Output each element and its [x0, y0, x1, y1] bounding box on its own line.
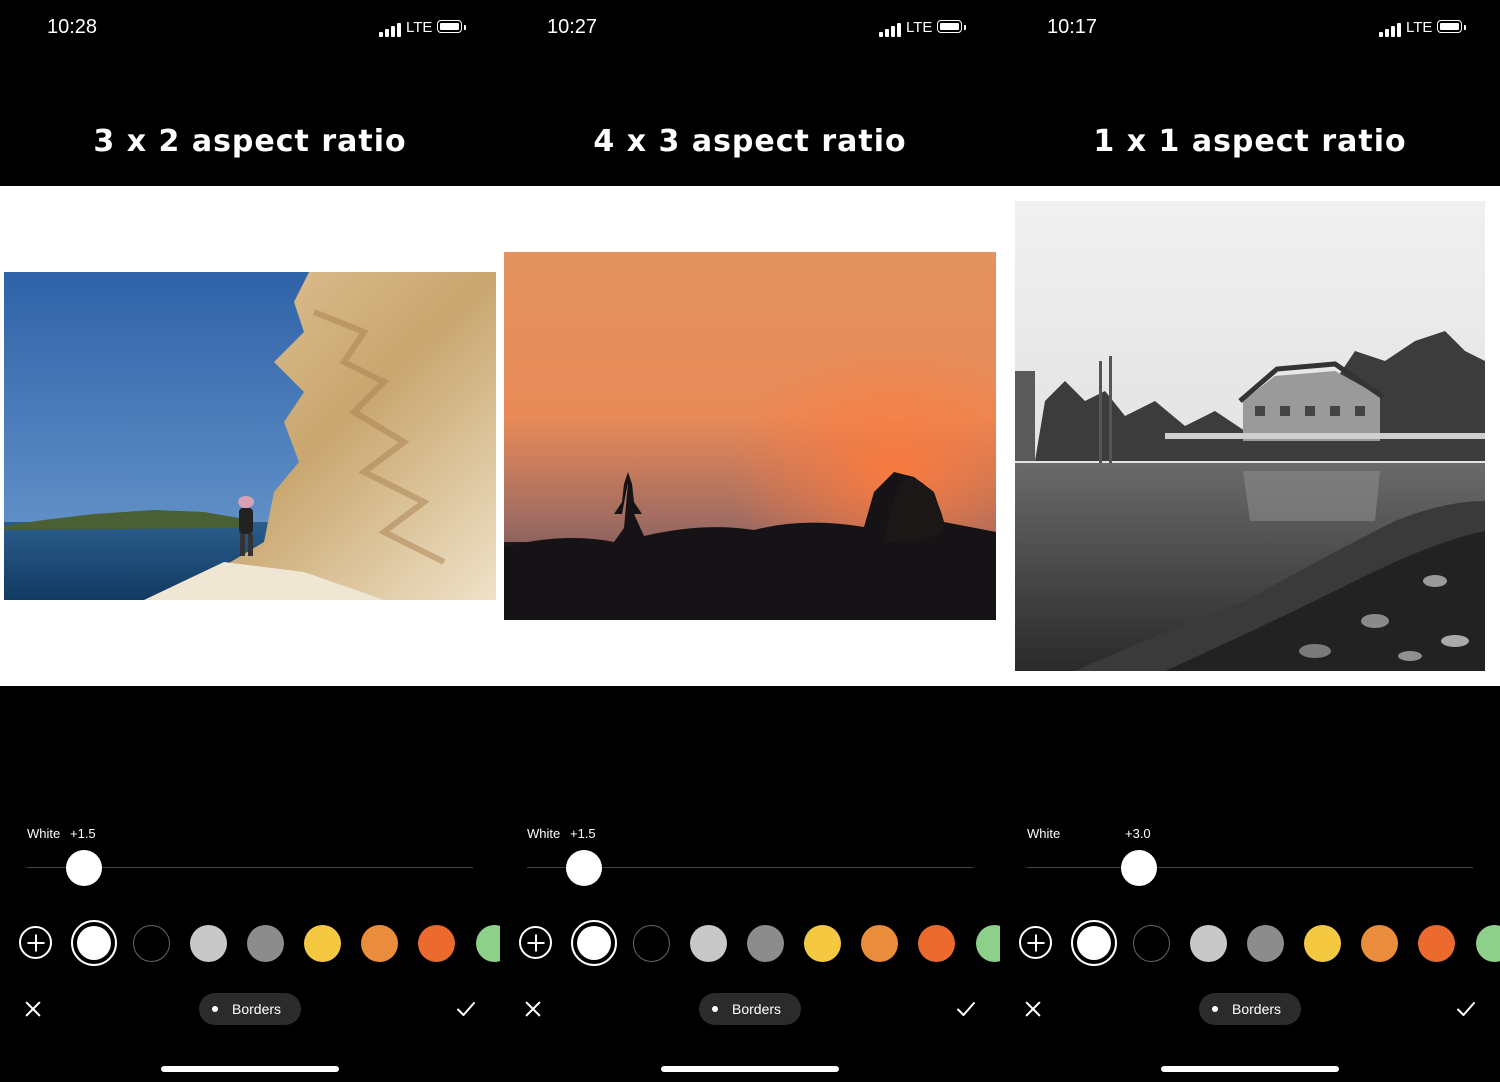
borders-tool-button[interactable]: Borders	[199, 993, 301, 1025]
add-color-button[interactable]	[19, 926, 52, 959]
borders-tool-button[interactable]: Borders	[699, 993, 801, 1025]
home-indicator[interactable]	[161, 1066, 339, 1072]
editor-panel-3: 10:17 LTE 1 x 1 aspect ratio White +3.0 …	[1000, 0, 1500, 1082]
border-canvas	[0, 186, 500, 686]
close-icon[interactable]	[524, 1000, 542, 1018]
bottom-toolbar: Borders	[1000, 992, 1500, 1026]
battery-tip	[464, 25, 466, 30]
home-indicator[interactable]	[1161, 1066, 1339, 1072]
close-icon[interactable]	[24, 1000, 42, 1018]
photo-coastal-cliff	[4, 272, 496, 600]
slider-label: White	[527, 826, 561, 841]
close-icon[interactable]	[1024, 1000, 1042, 1018]
swatch-light-gray[interactable]	[1190, 925, 1227, 962]
slider-thumb[interactable]	[565, 850, 602, 886]
swatch-green[interactable]	[976, 925, 1000, 962]
tool-label: Borders	[1232, 1001, 1282, 1017]
cellular-signal-icon	[1379, 23, 1403, 37]
swatch-red-orange[interactable]	[1418, 925, 1455, 962]
add-color-button[interactable]	[519, 926, 552, 959]
swatch-orange[interactable]	[861, 925, 898, 962]
slider-label: White	[27, 826, 61, 841]
slider-label: White	[1027, 826, 1061, 841]
status-bar: 10:27 LTE	[500, 14, 1000, 44]
swatch-red-orange[interactable]	[918, 925, 955, 962]
panel-title: 1 x 1 aspect ratio	[1093, 124, 1407, 159]
swatch-yellow[interactable]	[804, 925, 841, 962]
editor-panel-2: 10:27 LTE 4 x 3 aspect ratio White +1.5 …	[500, 0, 1000, 1082]
swatch-orange[interactable]	[1361, 925, 1398, 962]
active-dot-icon	[712, 1006, 718, 1012]
swatch-green[interactable]	[1476, 925, 1500, 962]
color-swatch-row	[1000, 920, 1500, 966]
photo-harbor-boathouse	[1015, 201, 1485, 671]
status-time: 10:17	[1047, 16, 1098, 38]
color-swatch-row	[500, 920, 1000, 966]
status-bar: 10:17 LTE	[1000, 14, 1500, 44]
border-canvas	[1000, 186, 1500, 686]
swatch-orange[interactable]	[361, 925, 398, 962]
swatch-black[interactable]	[633, 925, 670, 962]
checkmark-icon[interactable]	[456, 1000, 476, 1018]
active-dot-icon	[1212, 1006, 1218, 1012]
photo-sunset-temple	[504, 252, 996, 620]
add-color-button[interactable]	[1019, 926, 1052, 959]
bottom-toolbar: Borders	[500, 992, 1000, 1026]
swatch-light-gray[interactable]	[690, 925, 727, 962]
swatch-red-orange[interactable]	[418, 925, 455, 962]
swatch-white-selected[interactable]	[71, 920, 117, 966]
panel-title: 3 x 2 aspect ratio	[93, 124, 407, 159]
battery-tip	[1464, 25, 1466, 30]
status-bar: 10:28 LTE	[0, 14, 500, 44]
slider-value: +1.5	[70, 826, 96, 841]
border-canvas	[500, 186, 1000, 686]
status-time: 10:27	[547, 16, 598, 38]
slider-track[interactable]	[1027, 867, 1473, 868]
active-dot-icon	[212, 1006, 218, 1012]
tool-label: Borders	[732, 1001, 782, 1017]
slider-thumb[interactable]	[65, 850, 102, 886]
swatch-yellow[interactable]	[304, 925, 341, 962]
editor-panel-1: 10:28 LTE 3 x 2 aspect ratio White +1.5 …	[0, 0, 500, 1082]
cellular-signal-icon	[379, 23, 403, 37]
slider-thumb[interactable]	[1120, 850, 1157, 886]
battery-icon	[1437, 20, 1462, 33]
swatch-yellow[interactable]	[1304, 925, 1341, 962]
checkmark-icon[interactable]	[956, 1000, 976, 1018]
bottom-toolbar: Borders	[0, 992, 500, 1026]
network-type: LTE	[906, 19, 933, 36]
swatch-gray[interactable]	[747, 925, 784, 962]
slider-value: +3.0	[1125, 826, 1151, 841]
slider-value: +1.5	[570, 826, 596, 841]
tool-label: Borders	[232, 1001, 282, 1017]
borders-tool-button[interactable]: Borders	[1199, 993, 1301, 1025]
checkmark-icon[interactable]	[1456, 1000, 1476, 1018]
battery-tip	[964, 25, 966, 30]
network-type: LTE	[1406, 19, 1433, 36]
swatch-green[interactable]	[476, 925, 500, 962]
battery-icon	[437, 20, 462, 33]
swatch-black[interactable]	[133, 925, 170, 962]
status-time: 10:28	[47, 16, 98, 38]
swatch-gray[interactable]	[1247, 925, 1284, 962]
swatch-black[interactable]	[1133, 925, 1170, 962]
swatch-white-selected[interactable]	[1071, 920, 1117, 966]
color-swatch-row	[0, 920, 500, 966]
swatch-white-selected[interactable]	[571, 920, 617, 966]
home-indicator[interactable]	[661, 1066, 839, 1072]
panel-title: 4 x 3 aspect ratio	[593, 124, 907, 159]
cellular-signal-icon	[879, 23, 903, 37]
swatch-light-gray[interactable]	[190, 925, 227, 962]
battery-icon	[937, 20, 962, 33]
swatch-gray[interactable]	[247, 925, 284, 962]
network-type: LTE	[406, 19, 433, 36]
